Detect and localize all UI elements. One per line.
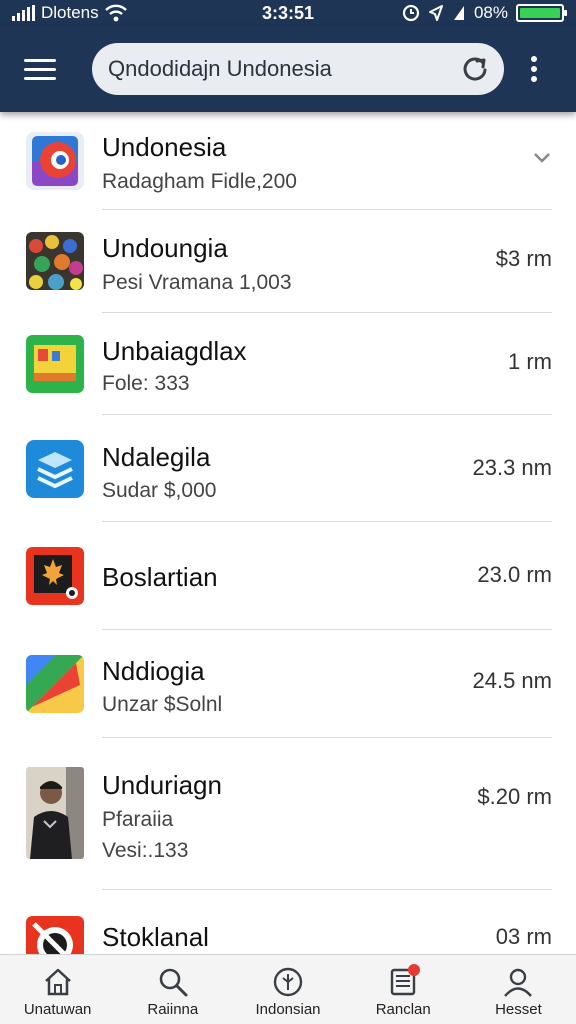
list-item[interactable]: Nddiogia Unzar $Solnl 24.5 nm (0, 630, 576, 738)
battery-fill (520, 8, 560, 18)
wifi-icon (104, 4, 127, 22)
notification-badge (407, 964, 420, 976)
carrier-name: Dlotens (41, 3, 99, 22)
nav-label: Ranclan (375, 1001, 431, 1018)
item-subtitle: Radagham Fidle,200 (102, 170, 297, 193)
stack-layers-icon (26, 440, 84, 498)
chevron-down-icon[interactable] (532, 148, 552, 168)
item-meta: $.20 rm (477, 784, 552, 809)
item-title: Unduriagn (102, 770, 222, 800)
item-meta: $3 rm (495, 246, 552, 271)
item-subtitle-2: Vesi:.133 (102, 839, 189, 862)
item-subtitle: Fole: 333 (102, 372, 190, 395)
item-title: Undoungia (102, 233, 228, 263)
item-meta: 03 rm (495, 924, 552, 949)
item-title: Ndalegila (102, 442, 211, 472)
home-icon (44, 968, 71, 996)
menu-icon[interactable] (24, 52, 58, 86)
nav-account[interactable]: Hesset (461, 955, 576, 1024)
alarm-icon (402, 4, 420, 22)
more-vert-icon[interactable] (522, 56, 546, 82)
bottom-nav: Unatuwan Raiinna Indonsian Ranclan Hesse… (0, 954, 576, 1024)
item-subtitle: Sudar $,000 (102, 479, 217, 502)
person-photo-icon (26, 767, 84, 859)
status-bar: Dlotens 3:3:51 08% (0, 0, 576, 26)
app-bar: Qndodidajn Undonesia (0, 26, 576, 112)
item-meta: 23.3 nm (472, 455, 553, 480)
list-item[interactable]: Unbaiagdlax Fole: 333 1 rm (0, 313, 576, 415)
green-board-icon (26, 335, 84, 393)
list-item[interactable]: Undoungia Pesi Vramana 1,003 $3 rm (0, 210, 576, 313)
location-icon (428, 5, 443, 21)
item-title: Undonesia (102, 132, 227, 162)
status-time: 3:3:51 (261, 2, 315, 23)
item-meta: 23.0 rm (477, 562, 552, 587)
item-title: Boslartian (102, 562, 218, 592)
item-title: Nddiogia (102, 656, 205, 686)
account-icon (504, 968, 533, 997)
search-query[interactable]: Qndodidajn Undonesia (108, 56, 460, 82)
compass-icon (273, 967, 303, 997)
maple-leaf-icon (26, 547, 84, 605)
nav-label: Indonsian (255, 1001, 321, 1018)
search-icon (159, 968, 188, 997)
item-title: Unbaiagdlax (102, 336, 247, 366)
nav-label: Hesset (495, 1001, 542, 1018)
nav-search[interactable]: Raiinna (115, 955, 230, 1024)
item-meta: 1 rm (508, 349, 552, 374)
nav-label: Raiinna (147, 1001, 199, 1018)
nav-home[interactable]: Unatuwan (0, 955, 115, 1024)
item-subtitle: Pfaraiia (102, 808, 174, 831)
colorful-shape-icon (26, 655, 84, 713)
refresh-icon[interactable] (460, 54, 490, 84)
item-subtitle: Pesi Vramana 1,003 (102, 271, 292, 294)
nav-label: Unatuwan (23, 1001, 92, 1018)
list-item[interactable]: Boslartian 23.0 rm (0, 522, 576, 630)
search-bar[interactable]: Qndodidajn Undonesia (92, 43, 504, 95)
battery-percent: 08% (473, 3, 508, 22)
item-meta: 24.5 nm (472, 668, 553, 693)
cell-signal-icon (453, 6, 464, 20)
list-item[interactable]: Undonesia Radagham Fidle,200 (0, 112, 576, 210)
battery-icon (516, 4, 567, 22)
list-item[interactable]: Ndalegila Sudar $,000 23.3 nm (0, 415, 576, 522)
nav-explore[interactable]: Indonsian (230, 955, 345, 1024)
item-subtitle: Unzar $Solnl (102, 693, 223, 716)
item-title: Stoklanal (102, 922, 209, 952)
list-item[interactable]: Stoklanal 03 rm (0, 890, 576, 954)
chrome-like-app-icon (26, 132, 84, 190)
list-item[interactable]: Unduriagn Pfaraiia Vesi:.133 $.20 rm (0, 738, 576, 890)
red-circle-icon (26, 916, 84, 954)
results-list: Undonesia Radagham Fidle,200 Undoungia P… (0, 112, 576, 954)
nav-news[interactable]: Ranclan (346, 955, 461, 1024)
signal-icon (12, 5, 35, 21)
crowd-photo-icon (26, 232, 84, 290)
